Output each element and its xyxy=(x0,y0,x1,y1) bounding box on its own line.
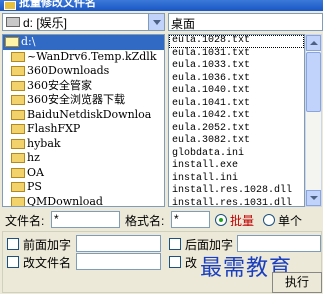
directory-item[interactable]: hz xyxy=(3,151,164,166)
app-icon xyxy=(4,1,16,10)
file-list-scrollbar[interactable] xyxy=(305,34,322,207)
filename-label: 文件名: xyxy=(5,214,45,228)
file-item[interactable]: install.res.1031.dll xyxy=(169,198,304,207)
directory-label: QMDownload xyxy=(27,194,103,207)
chevron-down-icon[interactable] xyxy=(148,14,164,30)
single-radio[interactable] xyxy=(263,214,275,226)
folder-icon xyxy=(11,138,25,149)
format-label: 格式名: xyxy=(125,214,165,228)
directory-label: hybak xyxy=(27,136,61,150)
file-item[interactable]: eula.1028.txt xyxy=(169,35,304,48)
prefix-label: 前面加字 xyxy=(23,238,72,252)
directory-item[interactable]: d:\ xyxy=(3,35,164,50)
directory-label: 360Downloads xyxy=(27,64,110,78)
file-item[interactable]: eula.1036.txt xyxy=(169,73,304,86)
directory-label: OA xyxy=(27,165,44,179)
directory-item[interactable]: QMDownload xyxy=(3,194,164,207)
rename2-checkbox[interactable] xyxy=(169,256,181,268)
directory-label: 360安全管家 xyxy=(27,78,92,92)
scroll-thumb[interactable] xyxy=(306,52,321,112)
single-label: 单个 xyxy=(278,214,303,228)
execute-button[interactable]: 执行 xyxy=(272,272,322,293)
prefix-checkbox[interactable] xyxy=(7,238,19,250)
batch-radio[interactable] xyxy=(215,214,227,226)
file-item[interactable]: install.exe xyxy=(169,160,304,173)
prefix-input[interactable] xyxy=(76,235,161,252)
directory-label: ~WanDrv6.Temp.kZdlk xyxy=(27,49,157,63)
folder-icon xyxy=(11,109,25,120)
drive-value: d: [娱乐] xyxy=(23,15,68,30)
folder-icon xyxy=(11,182,25,193)
rename-input[interactable] xyxy=(76,253,161,270)
file-item[interactable]: eula.2052.txt xyxy=(169,123,304,136)
drive-icon xyxy=(6,17,20,27)
file-item[interactable]: eula.1042.txt xyxy=(169,110,304,123)
folder-icon xyxy=(11,95,25,106)
folder-icon xyxy=(11,66,25,77)
directory-item[interactable]: 360安全浏览器下载 xyxy=(3,93,164,108)
title-bar: 批量修改文件名 xyxy=(0,0,323,11)
directory-label: BaiduNetdiskDownloa xyxy=(27,107,152,121)
current-path: 桌面 xyxy=(168,13,323,31)
directory-item[interactable]: BaiduNetdiskDownloa xyxy=(3,108,164,123)
directory-label: hz xyxy=(27,151,40,165)
scroll-up-icon[interactable] xyxy=(306,35,321,51)
open-folder-icon xyxy=(5,37,19,48)
folder-icon xyxy=(11,167,25,178)
folder-icon xyxy=(11,196,25,206)
format-input[interactable]: * xyxy=(171,211,210,228)
batch-label: 批量 xyxy=(230,214,255,228)
file-item[interactable]: install.res.1028.dll xyxy=(169,185,304,198)
directory-label: PS xyxy=(27,180,42,194)
folder-icon xyxy=(11,153,25,164)
rename-label: 改文件名 xyxy=(23,256,72,270)
directory-item[interactable]: hybak xyxy=(3,137,164,152)
drive-select[interactable]: d: [娱乐] xyxy=(2,13,165,31)
directory-item[interactable]: FlashFXP xyxy=(3,122,164,137)
folder-icon xyxy=(11,124,25,135)
file-item[interactable]: eula.1031.txt xyxy=(169,48,304,61)
file-item[interactable]: eula.1033.txt xyxy=(169,60,304,73)
directory-list[interactable]: d:\ ~WanDrv6.Temp.kZdlk 360Downloads 360安全管… xyxy=(2,34,165,207)
directory-item[interactable]: 360安全管家 xyxy=(3,79,164,94)
rename2-label: 改 xyxy=(185,256,198,270)
file-item[interactable]: install.ini xyxy=(169,173,304,186)
file-list[interactable]: eula.1028.txt eula.1031.txt eula.1033.txt e… xyxy=(168,34,305,207)
filename-input[interactable]: * xyxy=(51,211,120,228)
window-title: 批量修改文件名 xyxy=(19,0,96,9)
directory-item[interactable]: ~WanDrv6.Temp.kZdlk xyxy=(3,50,164,65)
directory-label: 360安全浏览器下载 xyxy=(27,93,125,107)
scroll-down-icon[interactable] xyxy=(306,190,321,206)
suffix-checkbox[interactable] xyxy=(169,238,181,250)
file-item[interactable]: eula.3082.txt xyxy=(169,135,304,148)
directory-label: d:\ xyxy=(21,35,36,49)
folder-icon xyxy=(11,80,25,91)
directory-item[interactable]: PS xyxy=(3,180,164,195)
rename-checkbox[interactable] xyxy=(7,256,19,268)
file-item[interactable]: eula.1040.txt xyxy=(169,85,304,98)
folder-icon xyxy=(11,51,25,62)
directory-item[interactable]: OA xyxy=(3,166,164,181)
directory-item[interactable]: 360Downloads xyxy=(3,64,164,79)
directory-label: FlashFXP xyxy=(27,122,81,136)
file-item[interactable]: globdata.ini xyxy=(169,148,304,161)
file-item[interactable]: eula.1041.txt xyxy=(169,98,304,111)
